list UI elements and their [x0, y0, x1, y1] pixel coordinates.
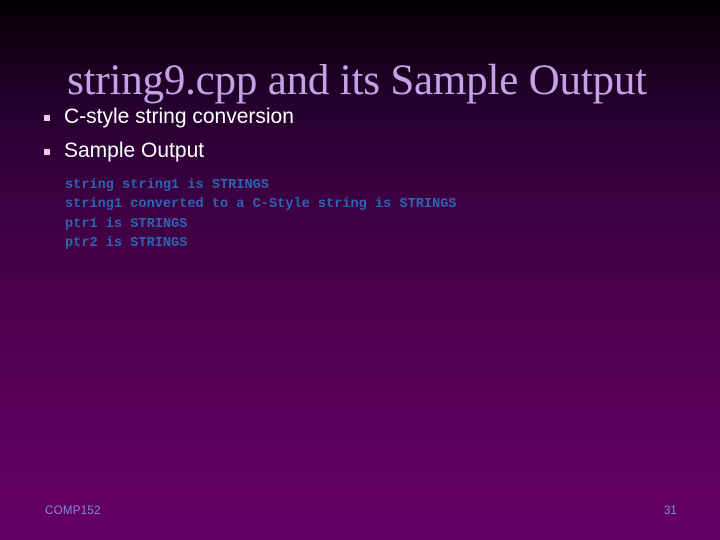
sample-output-block: string string1 is STRINGS string1 conver…: [65, 176, 457, 254]
bullet-item: C-style string conversion: [44, 100, 294, 134]
bullet-list: C-style string conversion Sample Output: [44, 100, 294, 168]
slide-number: 31: [664, 505, 677, 517]
bullet-item: Sample Output: [44, 134, 294, 168]
bullet-text: Sample Output: [64, 139, 205, 162]
output-line: string1 converted to a C-Style string is…: [65, 197, 457, 213]
footer-course-label: COMP152: [45, 505, 101, 517]
output-line: ptr1 is STRINGS: [65, 216, 188, 232]
square-bullet-icon: [44, 148, 50, 155]
output-line: string string1 is STRINGS: [65, 178, 269, 193]
slide-title: string9.cpp and its Sample Output: [67, 57, 647, 104]
square-bullet-icon: [44, 114, 50, 121]
output-line: ptr2 is STRINGS: [65, 236, 188, 252]
bullet-text: C-style string conversion: [64, 105, 294, 128]
slide: string9.cpp and its Sample Output C-styl…: [0, 0, 720, 540]
